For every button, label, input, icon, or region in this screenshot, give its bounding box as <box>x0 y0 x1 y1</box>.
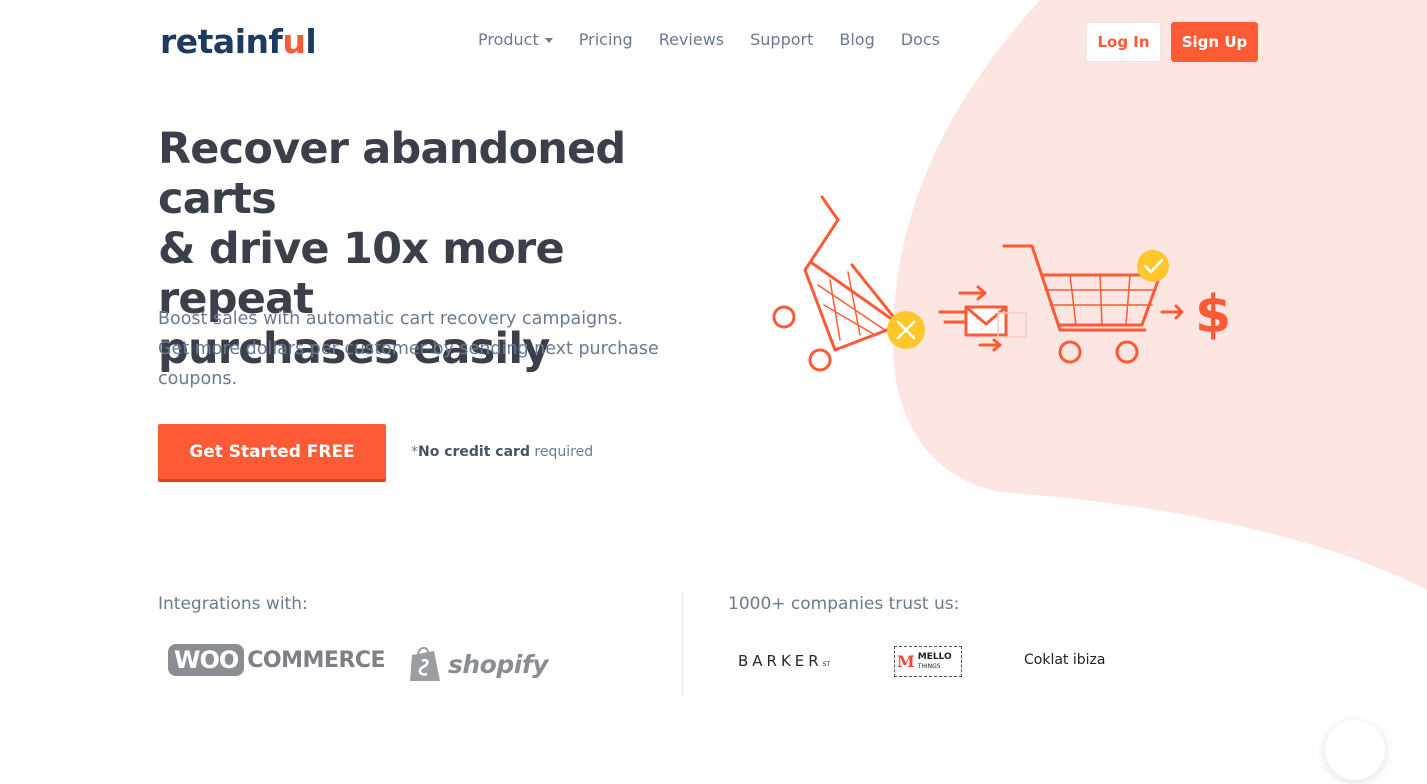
subtext-line-2: Get more dollars per customer by sending… <box>158 339 659 359</box>
get-started-button[interactable]: Get Started FREE <box>158 424 386 482</box>
check-icon <box>1137 250 1169 282</box>
mello-mark: M <box>897 652 915 671</box>
shopify-text: shopify <box>448 649 549 679</box>
mello-name: MELLO <box>917 651 952 662</box>
shopping-cart-icon <box>1002 244 1162 364</box>
login-button[interactable]: Log In <box>1086 22 1161 62</box>
chat-widget-button[interactable] <box>1325 720 1385 780</box>
mello-text: MELLO THINGS <box>917 651 952 671</box>
woo-text: COMMERCE <box>247 647 386 673</box>
barker-suffix: ST <box>822 661 831 668</box>
note-bold: No credit card <box>418 444 530 460</box>
nav-product-label: Product <box>478 30 539 49</box>
signup-button[interactable]: Sign Up <box>1171 22 1258 62</box>
dollar-icon: $ <box>1195 285 1231 345</box>
woo-bubble: WOO <box>168 644 245 676</box>
mello-sub: THINGS <box>917 662 941 670</box>
retainful-logo[interactable]: retainful <box>160 22 317 61</box>
nav-reviews[interactable]: Reviews <box>659 30 724 49</box>
note-prefix: * <box>411 444 418 460</box>
section-divider <box>682 592 683 694</box>
nav-blog[interactable]: Blog <box>839 30 874 49</box>
tipped-cart-icon <box>772 195 902 372</box>
logo-text-end: l <box>305 22 317 61</box>
email-arrows-icon <box>938 285 1027 352</box>
trust-title: 1000+ companies trust us: <box>728 594 960 614</box>
nav-support[interactable]: Support <box>750 30 813 49</box>
nav-pricing[interactable]: Pricing <box>579 30 633 49</box>
woocommerce-logo: WOO COMMERCE <box>168 644 386 676</box>
main-nav: Product Pricing Reviews Support Blog Doc… <box>478 30 940 49</box>
note-suffix: required <box>529 444 594 460</box>
caret-down-icon <box>544 38 553 43</box>
nav-docs[interactable]: Docs <box>901 30 940 49</box>
coklat-ibiza-logo: Coklat ibiza <box>1024 652 1106 668</box>
no-credit-card-note: *No credit card required <box>411 444 593 460</box>
barker-logo: BARKERST <box>738 652 830 670</box>
subtext-line-1: Boost sales with automatic cart recovery… <box>158 309 623 329</box>
hero-subtext: Boost sales with automatic cart recovery… <box>158 304 678 394</box>
shopify-logo: shopify <box>408 645 549 683</box>
logo-text: retainf <box>160 22 283 61</box>
shopify-bag-icon <box>410 647 440 681</box>
subtext-line-3: coupons. <box>158 369 238 389</box>
logo-accent: u <box>282 22 306 61</box>
mello-things-logo: M MELLO THINGS <box>894 646 962 677</box>
integrations-title: Integrations with: <box>158 594 308 614</box>
nav-product[interactable]: Product <box>478 30 553 49</box>
cart-recovery-illustration: $ <box>772 195 1231 372</box>
headline-line-1: Recover abandoned carts <box>158 124 626 224</box>
arrow-right-icon <box>1160 304 1184 320</box>
barker-text: BARKER <box>738 652 823 670</box>
